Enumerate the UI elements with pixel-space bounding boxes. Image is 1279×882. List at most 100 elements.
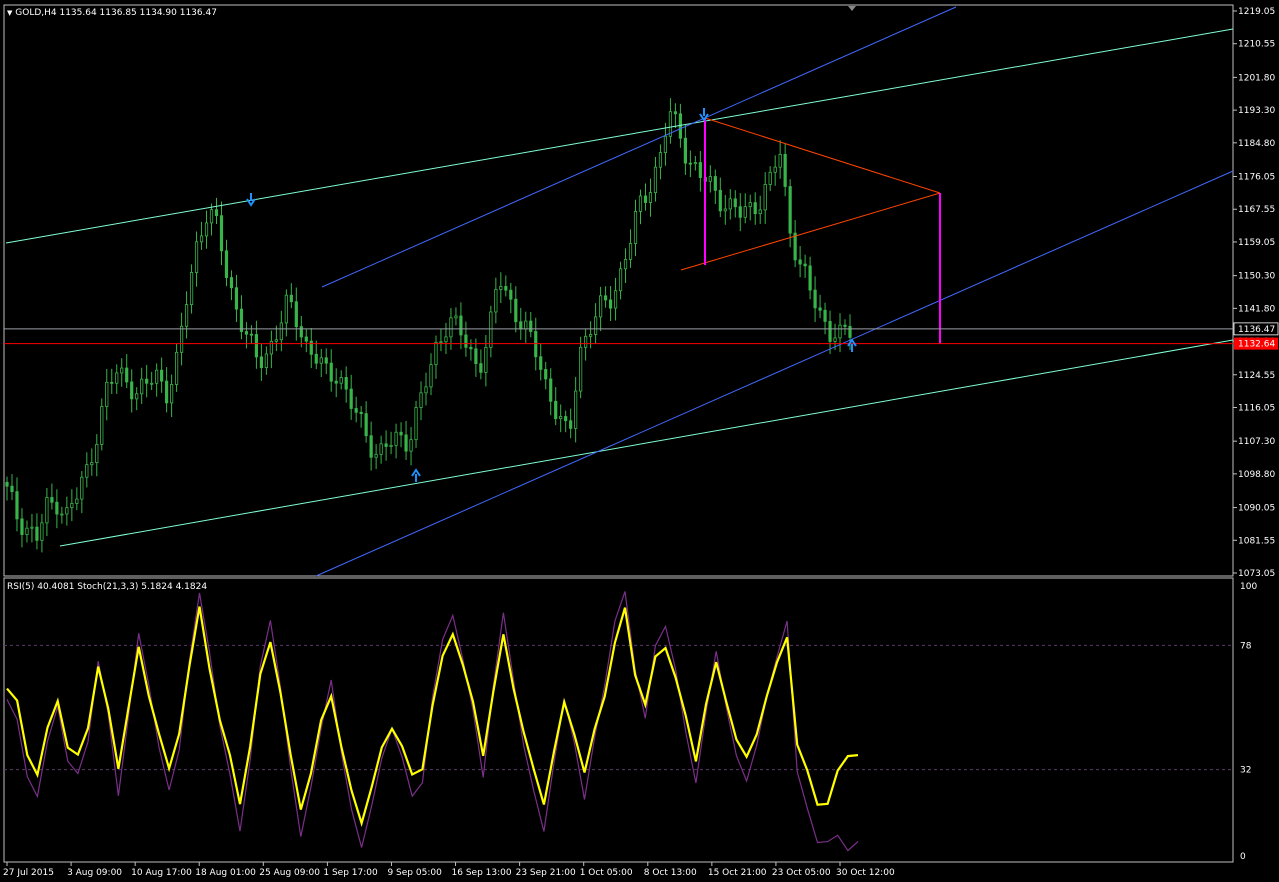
candle-body [778,153,782,168]
candle-body [394,431,398,446]
time-tick-label: 23 Oct 05:00 [772,868,831,878]
symbol-info[interactable]: ▼ GOLD,H4 1135.64 1136.85 1134.90 1136.4… [7,8,217,18]
candle-body [349,388,353,409]
candle-body [214,209,219,217]
candle-body [479,363,483,373]
candle-body [584,335,588,348]
candle-body [244,331,249,335]
candle-body [728,198,732,210]
candle-body [559,416,563,420]
candle-body [40,522,44,541]
price-tick-label: 1176.05 [1238,173,1275,183]
candle-body [738,206,742,218]
shift-marker-icon [848,6,856,11]
candle-body [618,268,623,292]
candle-body [698,162,702,178]
candle-body [374,453,378,458]
candle-body [464,334,468,348]
candle-body [319,357,323,364]
candle-body [509,289,513,300]
candle-body [828,321,832,342]
candle-body [758,209,762,215]
candle-body [444,336,448,343]
candle-body [389,444,393,447]
price-tick-label: 1201.80 [1238,73,1275,83]
chart-window: 1219.05 1210.55 1201.80 1193.30 1184.80 1176.… [0,0,1279,878]
candle-body [359,411,363,415]
candle-body [184,304,189,327]
candle-body [110,381,114,384]
candle-body [484,346,488,373]
candle-body [314,353,318,364]
candle-body [10,485,14,493]
candle-body [150,382,154,385]
candle-body [259,356,263,369]
candle-body [489,311,493,348]
time-tick-label: 15 Oct 21:00 [708,868,767,878]
green-upper-channel-line [5,28,1234,244]
candle-body [20,518,24,535]
candle-body [638,195,643,212]
blue-lower-trendline [315,170,1234,577]
time-tick-label: 1 Oct 05:00 [580,868,633,878]
candle-body [224,250,229,278]
candle-body [823,309,827,322]
candle-body [199,235,204,243]
candle-body [339,377,343,384]
price-candles [5,98,852,553]
candle-body [549,378,553,402]
candle-body [55,501,59,515]
candle-body [519,321,523,330]
price-tick-label: 1107.30 [1238,437,1275,447]
candle-body [299,326,303,338]
candle-body [229,277,234,289]
candle-body [379,443,383,455]
chart-menu-triangle-icon[interactable]: ▼ [7,9,12,17]
candle-body [603,295,608,301]
price-tick-label: 1159.05 [1238,238,1275,248]
candle-body [174,351,179,385]
candle-body [45,497,49,524]
candle-body [125,367,129,383]
price-tick-label: 1193.30 [1238,106,1275,116]
price-tick-label: 1124.55 [1238,371,1275,381]
candle-body [424,386,428,394]
candle-body [459,315,463,336]
candle-body [673,111,678,115]
candle-body [788,186,792,234]
candle-body [434,341,438,366]
symbol-info-text: GOLD,H4 1135.64 1136.85 1134.90 1136.47 [15,8,217,18]
candle-body [693,162,697,165]
candle-body [793,232,797,261]
candle-body [494,289,498,313]
candle-body [274,339,278,342]
candle-body [284,294,288,324]
candle-body [234,287,239,310]
price-tick-label: 1184.80 [1238,139,1275,149]
candle-body [30,526,34,529]
candle-body [768,171,772,185]
candle-body [294,301,298,328]
candle-body [179,325,184,353]
candle-body [469,346,473,350]
candle-body [663,135,668,154]
candle-body [838,324,842,339]
candle-body [264,353,268,369]
candle-body [324,357,328,364]
candle-body [723,208,727,212]
candle-body [798,259,802,265]
candle-body [189,272,194,306]
time-tick-label: 10 Aug 17:00 [131,868,192,878]
candle-body [733,198,737,208]
candle-body [70,503,74,509]
indicator-panel-border [3,577,1234,863]
candle-body [145,378,149,384]
candle-body [753,202,757,215]
indicator-info: RSI(5) 40.4081 Stoch(21,3,3) 5.1824 4.18… [7,582,208,592]
candle-body [239,308,244,332]
candle-body [90,462,94,466]
candle-body [554,400,558,420]
candle-body [289,294,293,303]
price-tick-label: 1116.05 [1238,403,1275,413]
candle-body [574,390,578,429]
